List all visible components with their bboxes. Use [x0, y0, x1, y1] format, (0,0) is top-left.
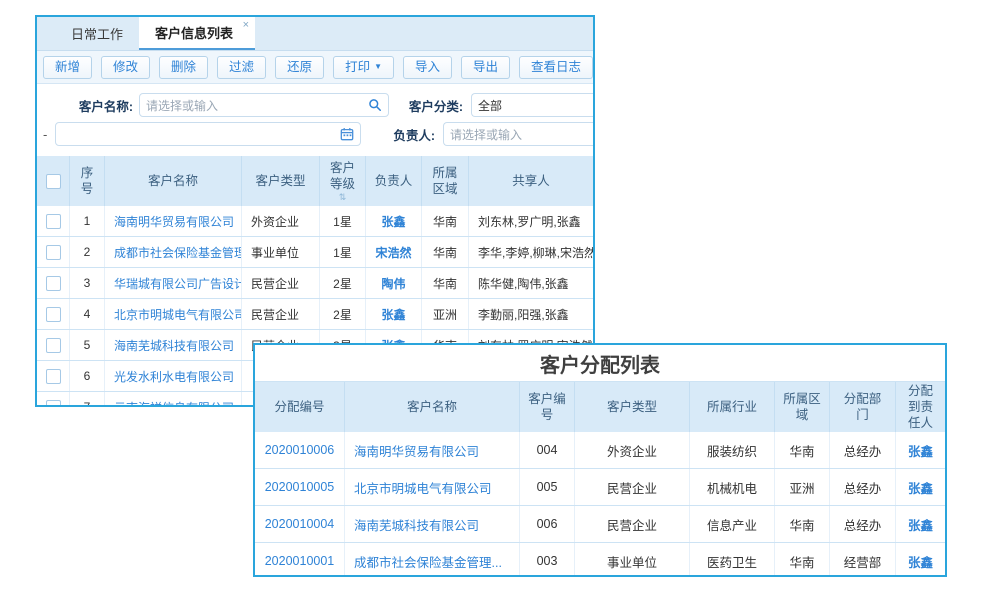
- tab-customer-info-list-label: 客户信息列表: [155, 23, 233, 42]
- assignee-link[interactable]: 张鑫: [896, 543, 945, 577]
- owner-link[interactable]: 张鑫: [366, 299, 422, 329]
- customer-name-link[interactable]: 海南芜城科技有限公司: [345, 506, 520, 542]
- allocation-id-link[interactable]: 2020010001: [255, 543, 345, 577]
- table-row[interactable]: 4 北京市明城电气有限公司 民营企业 2星 张鑫 亚洲 李勤丽,阳强,张鑫: [37, 299, 593, 330]
- col-header-customer-name: 客户名称: [345, 382, 520, 432]
- row-checkbox[interactable]: [46, 369, 61, 384]
- export-button[interactable]: 导出: [461, 56, 510, 79]
- col-header-region: 所属区域: [422, 156, 469, 206]
- col-header-customer-level[interactable]: 客户等级 ⇅: [320, 156, 366, 206]
- row-checkbox[interactable]: [46, 338, 61, 353]
- customer-name-link[interactable]: 北京市明城电气有限公司: [345, 469, 520, 505]
- col-header-dept: 分配部门: [830, 382, 896, 432]
- col-header-customer-type: 客户类型: [242, 156, 320, 206]
- owner-input[interactable]: 请选择或输入: [443, 122, 595, 146]
- allocation-list-title: 客户分配列表: [255, 345, 945, 382]
- owner-label: 负责人:: [365, 125, 435, 144]
- customer-allocation-window: 客户分配列表 分配编号 客户名称 客户编号 客户类型 所属行业 所属区域 分配部…: [253, 343, 947, 577]
- table-row[interactable]: 2020010006 海南明华贸易有限公司 004 外资企业 服装纺织 华南 总…: [255, 432, 945, 469]
- tab-daily-work[interactable]: 日常工作: [55, 17, 139, 50]
- allocation-id-link[interactable]: 2020010004: [255, 506, 345, 542]
- filter-button[interactable]: 过滤: [217, 56, 266, 79]
- delete-button[interactable]: 删除: [159, 56, 208, 79]
- select-all-checkbox[interactable]: [46, 174, 61, 189]
- col-header-no: 序号: [70, 156, 105, 206]
- edit-button[interactable]: 修改: [101, 56, 150, 79]
- date-input[interactable]: [55, 122, 361, 146]
- select-all-cell: [37, 156, 70, 206]
- import-button[interactable]: 导入: [403, 56, 452, 79]
- table-row[interactable]: 2020010001 成都市社会保险基金管理... 003 事业单位 医药卫生 …: [255, 543, 945, 577]
- col-header-assignee: 分配到责任人: [896, 382, 945, 432]
- row-checkbox[interactable]: [46, 245, 61, 260]
- row-checkbox[interactable]: [46, 307, 61, 322]
- allocation-id-link[interactable]: 2020010005: [255, 469, 345, 505]
- customer-category-select[interactable]: 全部: [471, 93, 595, 117]
- col-header-customer-name: 客户名称: [105, 156, 242, 206]
- customer-name-link[interactable]: 光发水利水电有限公司: [105, 361, 242, 391]
- owner-link[interactable]: 张鑫: [366, 206, 422, 236]
- restore-button[interactable]: 还原: [275, 56, 324, 79]
- customer-name-link[interactable]: 成都市社会保险基金管理...: [105, 237, 242, 267]
- table-row[interactable]: 2020010004 海南芜城科技有限公司 006 民营企业 信息产业 华南 总…: [255, 506, 945, 543]
- allocation-id-link[interactable]: 2020010006: [255, 432, 345, 468]
- search-icon[interactable]: [368, 98, 382, 112]
- col-header-region: 所属区域: [775, 382, 830, 432]
- customer-name-link[interactable]: 海南明华贸易有限公司: [105, 206, 242, 236]
- print-button[interactable]: 打印 ▼: [333, 56, 394, 79]
- customer-name-link[interactable]: 华瑞城有限公司广告设计部: [105, 268, 242, 298]
- add-button[interactable]: 新增: [43, 56, 92, 79]
- calendar-icon[interactable]: [340, 127, 354, 141]
- customer-name-link[interactable]: 成都市社会保险基金管理...: [345, 543, 520, 577]
- sort-icon[interactable]: ⇅: [339, 193, 347, 202]
- col-header-shared: 共享人: [469, 156, 593, 206]
- row-checkbox[interactable]: [46, 276, 61, 291]
- search-area: 客户名称: 请选择或输入 客户分类: 全部 - 负责人: 请选择: [37, 84, 593, 156]
- customer-name-link[interactable]: 北京市明城电气有限公司: [105, 299, 242, 329]
- customer-name-link[interactable]: 云南海祥信息有限公司: [105, 392, 242, 407]
- view-log-button[interactable]: 查看日志: [519, 56, 593, 79]
- customer-name-link[interactable]: 海南芜城科技有限公司: [105, 330, 242, 360]
- owner-link[interactable]: 陶伟: [366, 268, 422, 298]
- close-icon[interactable]: ×: [243, 20, 249, 31]
- col-header-allocation-id: 分配编号: [255, 382, 345, 432]
- customer-name-label: 客户名称:: [61, 96, 133, 115]
- row-checkbox[interactable]: [46, 214, 61, 229]
- tab-bar: 日常工作 客户信息列表 ×: [37, 17, 593, 51]
- table-row[interactable]: 2020010005 北京市明城电气有限公司 005 民营企业 机械机电 亚洲 …: [255, 469, 945, 506]
- chevron-down-icon: ▼: [374, 62, 382, 72]
- customer-category-label: 客户分类:: [393, 96, 463, 115]
- table-row[interactable]: 3 华瑞城有限公司广告设计部 民营企业 2星 陶伟 华南 陈华健,陶伟,张鑫: [37, 268, 593, 299]
- row-checkbox[interactable]: [46, 400, 61, 408]
- col-header-owner: 负责人: [366, 156, 422, 206]
- table-row[interactable]: 1 海南明华贸易有限公司 外资企业 1星 张鑫 华南 刘东林,罗广明,张鑫: [37, 206, 593, 237]
- assignee-link[interactable]: 张鑫: [896, 432, 945, 468]
- col-header-customer-no: 客户编号: [520, 382, 575, 432]
- assignee-link[interactable]: 张鑫: [896, 469, 945, 505]
- customer-name-link[interactable]: 海南明华贸易有限公司: [345, 432, 520, 468]
- toolbar: 新增 修改 删除 过滤 还原 打印 ▼ 导入 导出 查看日志: [37, 51, 593, 84]
- allocation-table-header: 分配编号 客户名称 客户编号 客户类型 所属行业 所属区域 分配部门 分配到责任…: [255, 382, 945, 432]
- assignee-link[interactable]: 张鑫: [896, 506, 945, 542]
- col-header-industry: 所属行业: [690, 382, 775, 432]
- table-row[interactable]: 2 成都市社会保险基金管理... 事业单位 1星 宋浩然 华南 李华,李婷,柳琳…: [37, 237, 593, 268]
- customer-table-header: 序号 客户名称 客户类型 客户等级 ⇅ 负责人 所属区域 共享人: [37, 156, 593, 206]
- col-header-customer-type: 客户类型: [575, 382, 690, 432]
- date-range-separator: -: [43, 127, 55, 142]
- owner-link[interactable]: 宋浩然: [366, 237, 422, 267]
- customer-name-input[interactable]: 请选择或输入: [139, 93, 389, 117]
- tab-customer-info-list[interactable]: 客户信息列表 ×: [139, 17, 255, 50]
- tab-daily-work-label: 日常工作: [71, 24, 123, 43]
